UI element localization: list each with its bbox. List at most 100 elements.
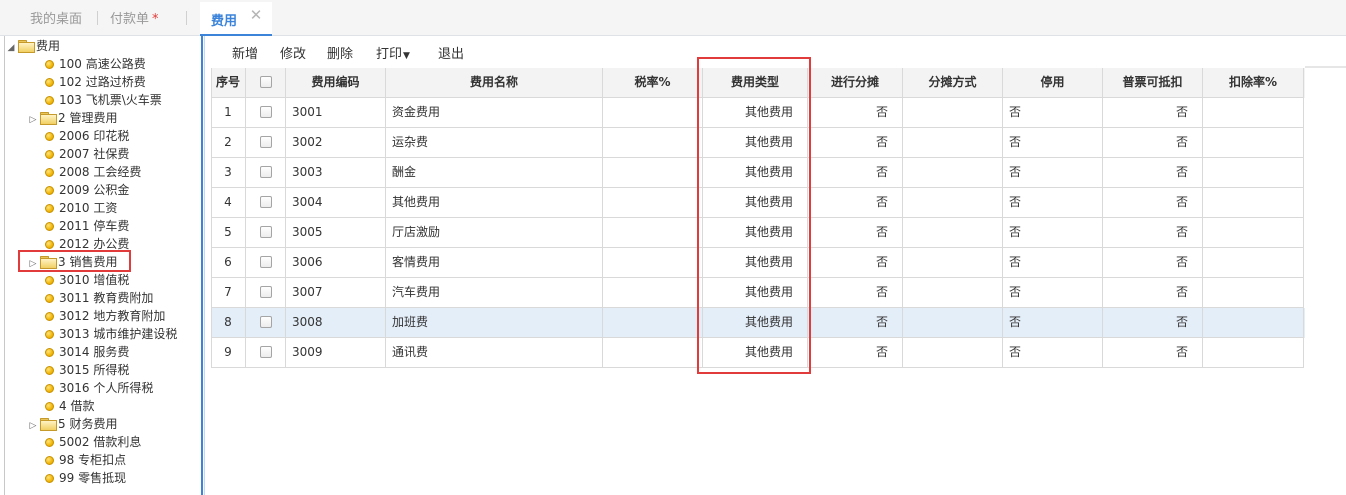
tab-payment-order[interactable]: 付款单 * (110, 8, 159, 27)
cell-code[interactable]: 3005 (286, 218, 386, 248)
collapse-triangle-icon[interactable]: ◢ (6, 39, 16, 57)
cell-apportion-method[interactable] (903, 158, 1003, 188)
add-button[interactable]: 新增 (232, 43, 258, 62)
cell-checkbox[interactable] (246, 248, 286, 278)
cell-expense-type[interactable]: 其他费用 (703, 158, 808, 188)
cell-disabled[interactable]: 否 (1003, 278, 1103, 308)
cell-deductible[interactable]: 否 (1103, 278, 1203, 308)
tree-leaf-node[interactable]: 3010 增值税 (45, 271, 129, 289)
cell-name[interactable]: 客情费用 (386, 248, 603, 278)
table-row[interactable]: 6 3006 客情费用 其他费用否否否 (211, 248, 1305, 278)
exit-button[interactable]: 退出 (438, 43, 464, 62)
cell-disabled[interactable]: 否 (1003, 338, 1103, 368)
tree-leaf-node[interactable]: 99 零售抵现 (45, 469, 126, 487)
cell-expense-type[interactable]: 其他费用 (703, 98, 808, 128)
tree-folder-node[interactable]: ▷ 2 管理费用 (28, 109, 117, 127)
cell-apportion[interactable]: 否 (808, 98, 903, 128)
cell-tax-rate[interactable] (603, 128, 703, 158)
row-checkbox[interactable] (259, 196, 272, 208)
cell-checkbox[interactable] (246, 188, 286, 218)
tree-root[interactable]: ◢ 费用 (6, 37, 60, 55)
cell-apportion-method[interactable] (903, 128, 1003, 158)
cell-apportion-method[interactable] (903, 188, 1003, 218)
header-col-expense-type[interactable]: 费用类型 (703, 68, 808, 98)
cell-deductible[interactable]: 否 (1103, 218, 1203, 248)
cell-name[interactable]: 运杂费 (386, 128, 603, 158)
delete-button[interactable]: 删除 (327, 43, 353, 62)
table-row[interactable]: 8 3008 加班费 其他费用否否否 (211, 308, 1305, 338)
cell-name[interactable]: 资金费用 (386, 98, 603, 128)
cell-apportion[interactable]: 否 (808, 308, 903, 338)
tree-leaf-node[interactable]: 98 专柜扣点 (45, 451, 126, 469)
table-row[interactable]: 4 3004 其他费用 其他费用否否否 (211, 188, 1305, 218)
cell-apportion[interactable]: 否 (808, 188, 903, 218)
cell-name[interactable]: 其他费用 (386, 188, 603, 218)
tree-leaf-node[interactable]: 3011 教育费附加 (45, 289, 153, 307)
tree-leaf-node[interactable]: 3013 城市维护建设税 (45, 325, 177, 343)
tree-leaf-node[interactable]: 2008 工会经费 (45, 163, 141, 181)
cell-expense-type[interactable]: 其他费用 (703, 218, 808, 248)
row-checkbox[interactable] (259, 346, 272, 358)
cell-disabled[interactable]: 否 (1003, 188, 1103, 218)
tree-leaf-node[interactable]: 2009 公积金 (45, 181, 129, 199)
tree-leaf-node[interactable]: 5002 借款利息 (45, 433, 141, 451)
cell-index[interactable]: 8 (211, 308, 246, 338)
cell-deductible[interactable]: 否 (1103, 188, 1203, 218)
cell-apportion[interactable]: 否 (808, 218, 903, 248)
cell-deduct-rate[interactable] (1203, 218, 1304, 248)
cell-checkbox[interactable] (246, 128, 286, 158)
cell-checkbox[interactable] (246, 218, 286, 248)
cell-deductible[interactable]: 否 (1103, 128, 1203, 158)
row-checkbox[interactable] (259, 286, 272, 298)
header-col-deduct-rate[interactable]: 扣除率% (1203, 68, 1304, 98)
table-row[interactable]: 2 3002 运杂费 其他费用否否否 (211, 128, 1305, 158)
tree-leaf-node[interactable]: 100 高速公路费 (45, 55, 146, 73)
cell-deduct-rate[interactable] (1203, 158, 1304, 188)
row-checkbox[interactable] (259, 106, 272, 118)
cell-code[interactable]: 3002 (286, 128, 386, 158)
tree-leaf-node[interactable]: 3014 服务费 (45, 343, 129, 361)
cell-tax-rate[interactable] (603, 98, 703, 128)
cell-index[interactable]: 7 (211, 278, 246, 308)
cell-index[interactable]: 2 (211, 128, 246, 158)
cell-expense-type[interactable]: 其他费用 (703, 338, 808, 368)
cell-apportion-method[interactable] (903, 218, 1003, 248)
cell-code[interactable]: 3001 (286, 98, 386, 128)
cell-deductible[interactable]: 否 (1103, 338, 1203, 368)
cell-index[interactable]: 9 (211, 338, 246, 368)
cell-apportion-method[interactable] (903, 98, 1003, 128)
cell-deductible[interactable]: 否 (1103, 98, 1203, 128)
cell-apportion[interactable]: 否 (808, 338, 903, 368)
cell-expense-type[interactable]: 其他费用 (703, 128, 808, 158)
cell-apportion[interactable]: 否 (808, 158, 903, 188)
cell-deductible[interactable]: 否 (1103, 248, 1203, 278)
expand-triangle-icon[interactable]: ▷ (28, 417, 38, 435)
cell-checkbox[interactable] (246, 278, 286, 308)
cell-name[interactable]: 酬金 (386, 158, 603, 188)
cell-disabled[interactable]: 否 (1003, 128, 1103, 158)
cell-checkbox[interactable] (246, 98, 286, 128)
tree-folder-node[interactable]: ▷ 5 财务费用 (28, 415, 117, 433)
cell-deduct-rate[interactable] (1203, 278, 1304, 308)
tree-leaf-node[interactable]: 2006 印花税 (45, 127, 129, 145)
cell-deduct-rate[interactable] (1203, 308, 1304, 338)
cell-expense-type[interactable]: 其他费用 (703, 278, 808, 308)
cell-checkbox[interactable] (246, 308, 286, 338)
cell-expense-type[interactable]: 其他费用 (703, 308, 808, 338)
cell-disabled[interactable]: 否 (1003, 308, 1103, 338)
header-col-deductible[interactable]: 普票可抵扣 (1103, 68, 1203, 98)
tree-leaf-node[interactable]: 3012 地方教育附加 (45, 307, 165, 325)
cell-deduct-rate[interactable] (1203, 188, 1304, 218)
table-row[interactable]: 5 3005 厅店激励 其他费用否否否 (211, 218, 1305, 248)
select-all-checkbox[interactable] (259, 76, 272, 88)
cell-tax-rate[interactable] (603, 248, 703, 278)
cell-code[interactable]: 3003 (286, 158, 386, 188)
cell-deduct-rate[interactable] (1203, 128, 1304, 158)
header-col-name[interactable]: 费用名称 (386, 68, 603, 98)
cell-apportion-method[interactable] (903, 278, 1003, 308)
cell-checkbox[interactable] (246, 338, 286, 368)
print-button[interactable]: 打印▼ (376, 43, 410, 62)
table-row[interactable]: 7 3007 汽车费用 其他费用否否否 (211, 278, 1305, 308)
header-col-disabled[interactable]: 停用 (1003, 68, 1103, 98)
cell-name[interactable]: 厅店激励 (386, 218, 603, 248)
